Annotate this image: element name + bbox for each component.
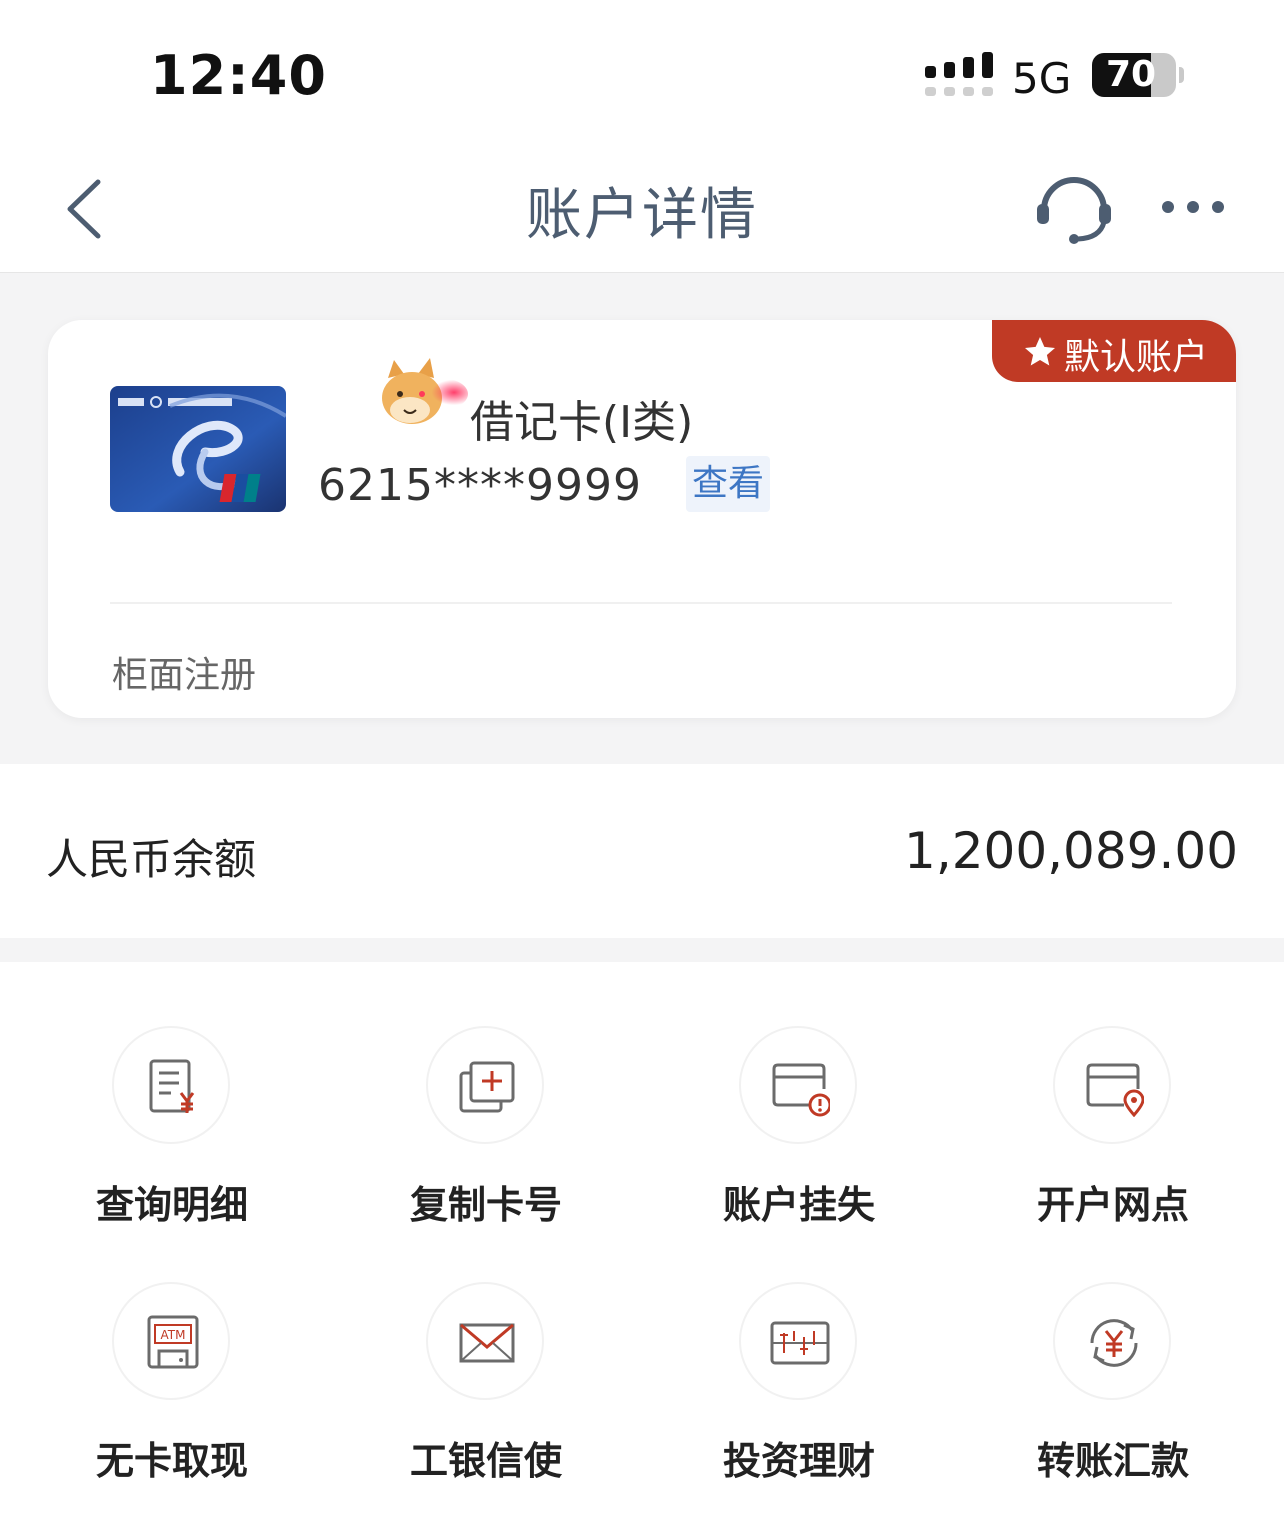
investment-chart-icon [770,1321,830,1365]
service-label: 转账汇款 [1036,1439,1189,1483]
avatar [382,358,468,424]
service-label: 查询明细 [95,1183,248,1227]
statement-yuan-icon [149,1059,195,1113]
card-location-icon [1086,1063,1144,1117]
service-label: 投资理财 [722,1439,875,1483]
service-investment[interactable]: 投资理财 [699,1282,899,1502]
headset-icon[interactable] [1034,170,1114,246]
service-query-details[interactable]: 查询明细 [72,1026,272,1246]
service-label: 开户网点 [1036,1183,1189,1227]
default-account-label: 默认账户 [1064,337,1209,378]
service-account-branch[interactable]: 开户网点 [1013,1026,1213,1246]
bank-card-image [110,386,286,512]
service-grid: 查询明细 复制卡号 账户挂失 开户网点 ATM 无卡取现 工银信使 投资理财 转… [0,962,1284,1536]
registration-channel: 柜面注册 [112,655,257,696]
service-icbc-messenger[interactable]: 工银信使 [386,1282,586,1502]
status-bar: 12:40 5G 70 [0,0,1284,140]
atm-icon: ATM [147,1315,199,1369]
service-label: 复制卡号 [409,1183,562,1227]
balance-label: 人民币余额 [46,835,257,884]
balance-amount: 1,200,089.00 [904,822,1238,880]
navigation-bar: 账户详情 [0,140,1284,273]
network-type: 5G [1012,54,1072,103]
service-copy-card-number[interactable]: 复制卡号 [386,1026,586,1246]
default-account-badge: 默认账户 [992,320,1236,382]
envelope-icon [459,1323,515,1363]
view-card-number-button[interactable]: 查看 [686,456,770,512]
svg-text:ATM: ATM [161,1328,186,1342]
ellipsis-icon[interactable] [1158,196,1228,218]
service-report-loss[interactable]: 账户挂失 [699,1026,899,1246]
service-label: 工银信使 [409,1439,562,1483]
card-type: 借记卡(Ⅰ类) [470,397,694,448]
service-label: 无卡取现 [95,1439,248,1483]
battery-icon: 70 [1092,53,1184,99]
account-card[interactable]: 默认账户 借记卡(Ⅰ类) 6215****9999 查看 柜面注册 [48,320,1236,718]
service-label: 账户挂失 [722,1183,875,1227]
star-icon [1025,337,1055,366]
balance-row: 人民币余额 1,200,089.00 [0,764,1284,938]
service-transfer[interactable]: 转账汇款 [1013,1282,1213,1502]
card-number: 6215****9999 [318,460,642,511]
card-alert-icon [772,1063,830,1117]
service-cardless-withdrawal[interactable]: ATM 无卡取现 [72,1282,272,1502]
card-divider [110,602,1172,604]
transfer-yuan-icon [1090,1319,1138,1367]
copy-card-icon [459,1061,515,1113]
battery-percentage: 70 [1105,54,1157,95]
status-time: 12:40 [150,44,327,107]
cellular-signal-icon [925,52,993,96]
